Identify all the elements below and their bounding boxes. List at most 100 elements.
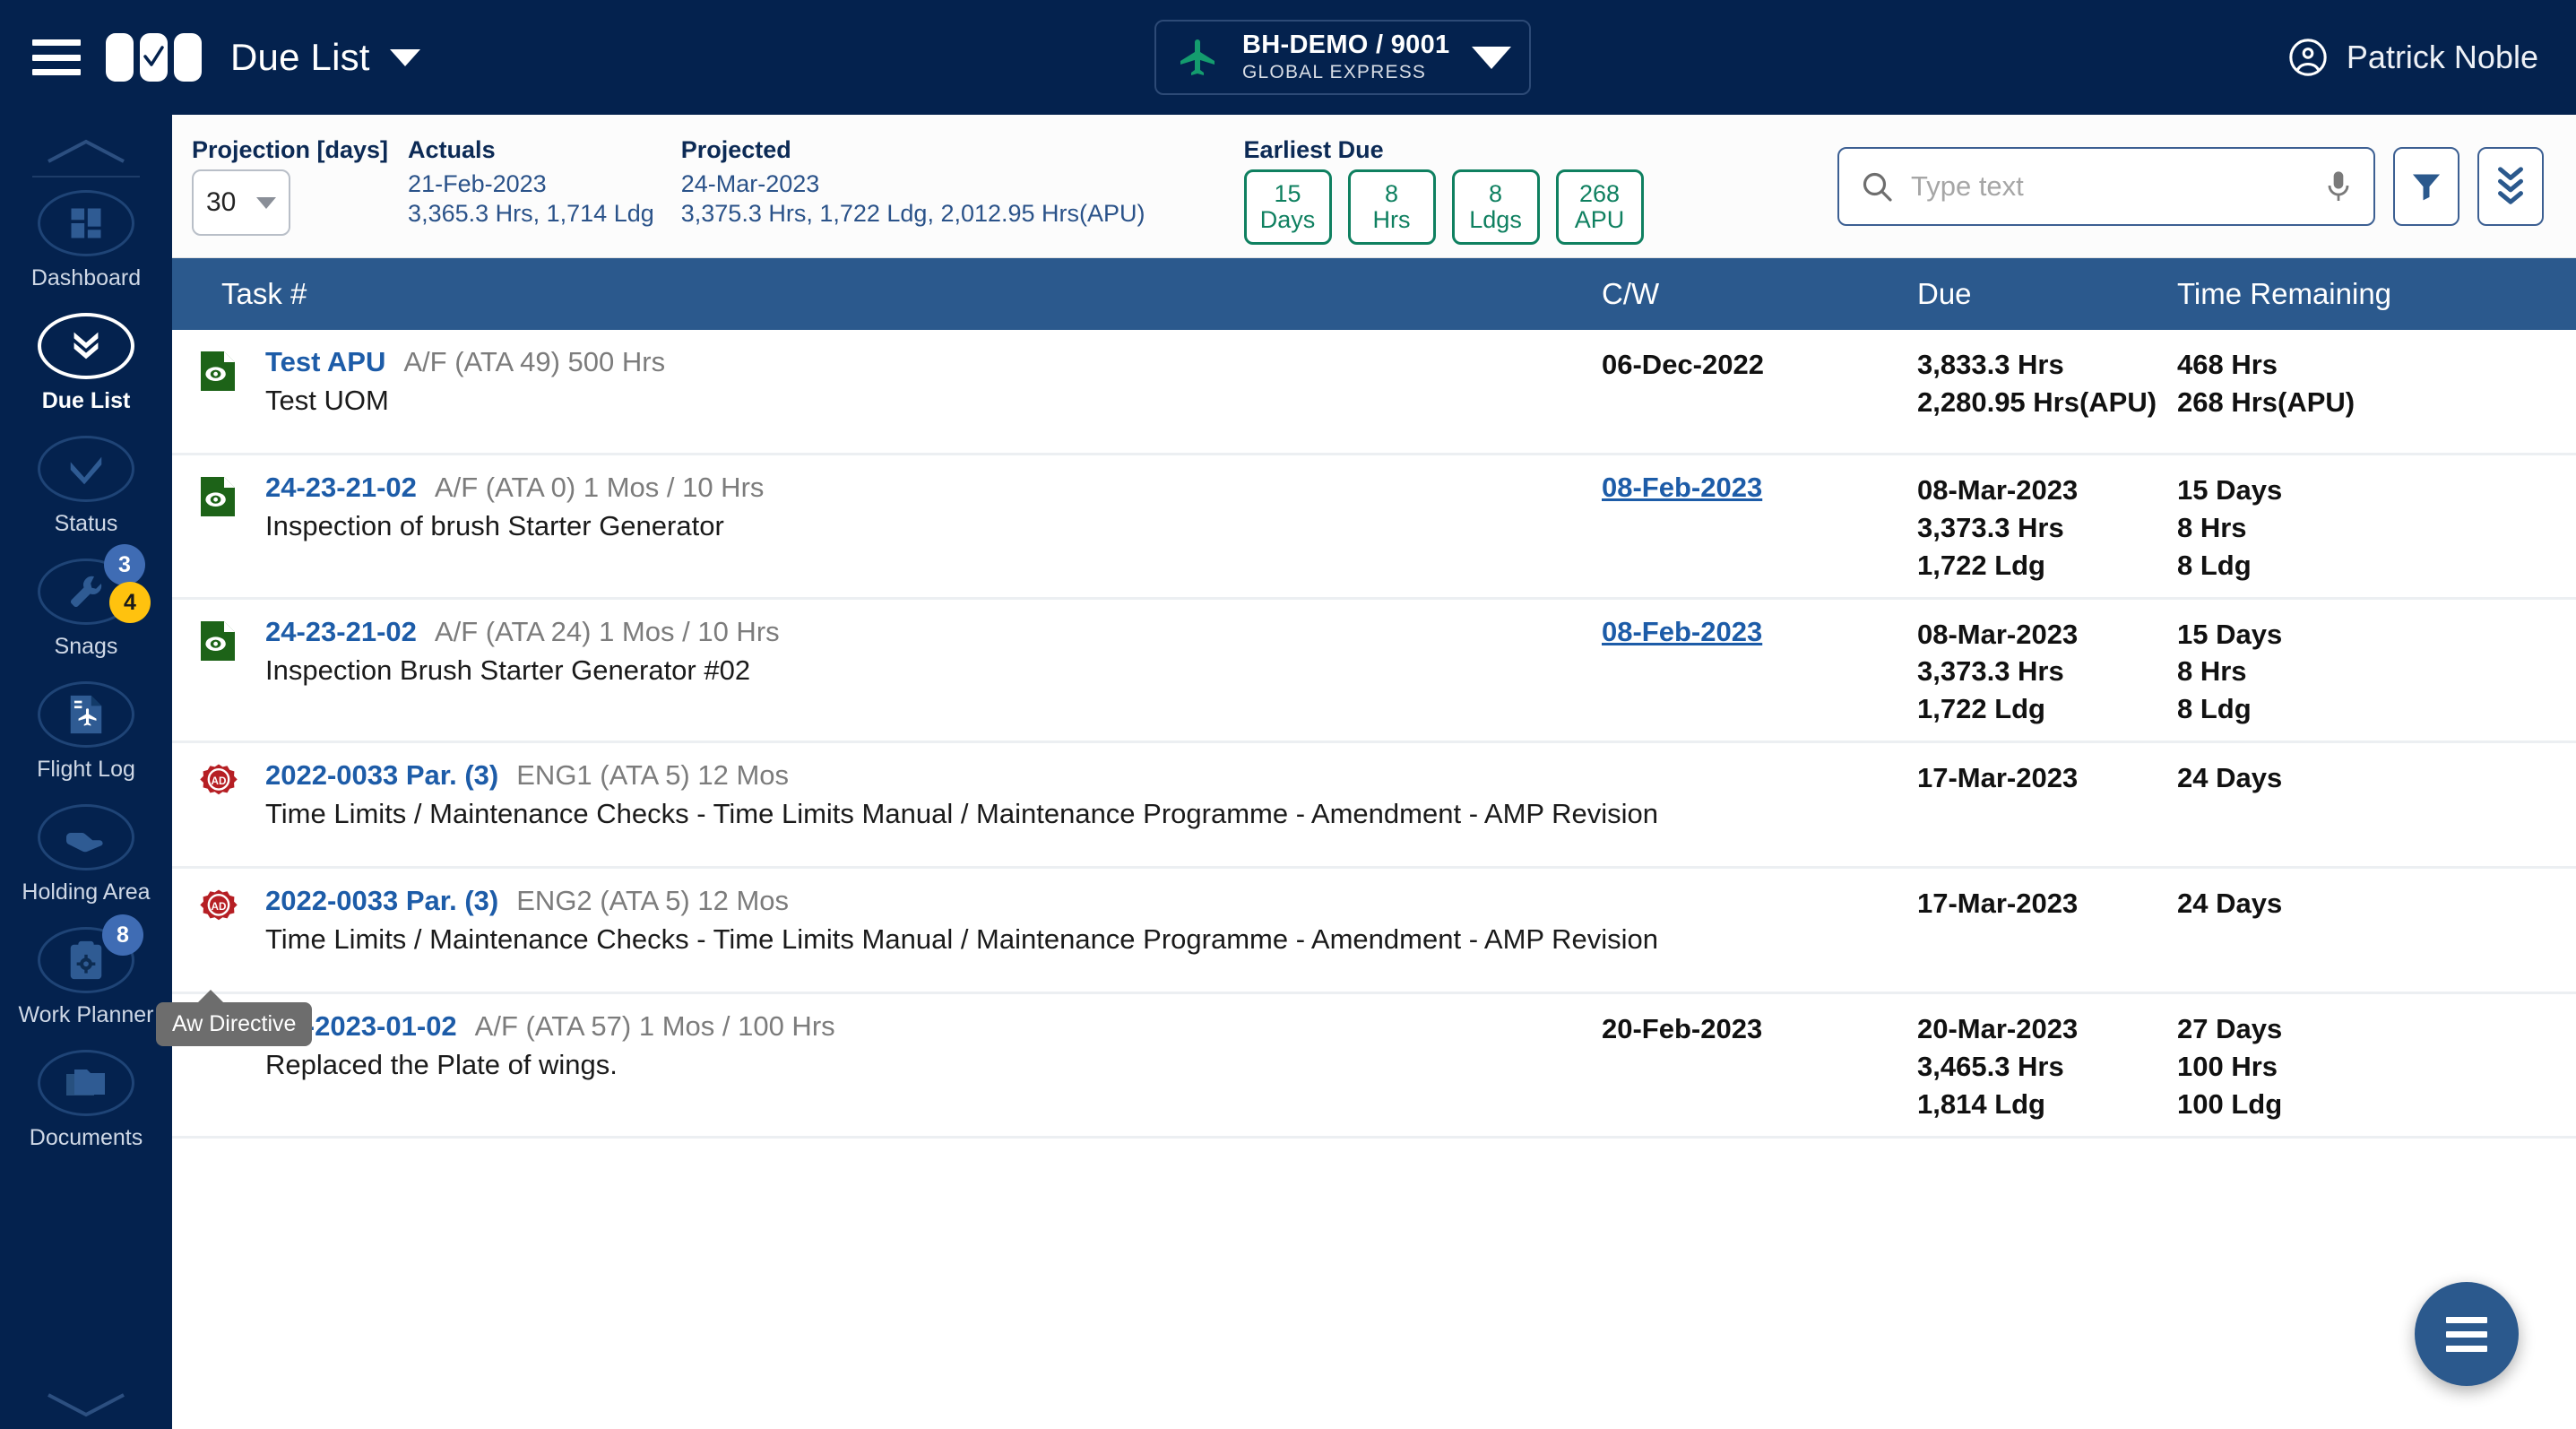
task-title-line: 2022-0033 Par. (3) ENG1 (ATA 5) 12 Mos [265,759,1658,792]
task-text-block: Test APU A/F (ATA 49) 500 Hrs Test UOM [249,346,665,440]
task-number-link[interactable]: 2022-0033 Par. (3) [265,759,498,792]
actuals-values: 3,365.3 Hrs, 1,714 Ldg [408,199,654,227]
green-inspection-doc-icon [201,351,235,391]
aircraft-selector[interactable]: BH-DEMO / 9001 GLOBAL EXPRESS [1154,20,1531,95]
sidebar-item-dashboard[interactable]: Dashboard [0,178,172,300]
time-remaining-cell: 15 Days 8 Hrs 8 Ldg [2177,474,2283,581]
actuals-label: Actuals [408,136,496,163]
sidebar-scroll-up-icon[interactable] [0,122,172,176]
task-number-link[interactable]: 24-23-21-02 [265,616,417,648]
expand-all-button[interactable] [2477,147,2544,226]
green-inspection-doc-icon [201,620,235,661]
filter-button[interactable] [2393,147,2459,226]
user-name: Patrick Noble [2346,39,2538,75]
projection-days-select[interactable]: 30 [192,169,290,236]
task-number-link[interactable]: 24-23-21-02 [265,472,417,504]
hamburger-menu-icon[interactable] [32,39,81,75]
documents-icon-wrap [38,1050,134,1116]
search-input[interactable] [1911,170,2307,203]
table-row[interactable]: 24-23-21-02 A/F (ATA 0) 1 Mos / 10 Hrs Ins… [172,455,2576,600]
user-menu[interactable]: Patrick Noble [2287,0,2538,115]
task-meta: A/F (ATA 49) 500 Hrs [403,346,666,377]
task-type-icon[interactable]: AD [199,759,249,853]
column-header-task[interactable]: Task # [172,277,1602,311]
task-type-icon[interactable] [199,346,249,440]
task-type-icon[interactable] [199,472,249,585]
task-cell: 24-23-21-02 A/F (ATA 0) 1 Mos / 10 Hrs Ins… [172,472,1602,585]
chevron-down-icon [48,1393,125,1417]
column-header-due[interactable]: Due [1917,277,2177,311]
chip-ldgs[interactable]: 8 Ldgs [1451,169,1540,245]
task-meta: ENG2 (ATA 5) 12 Mos [516,885,790,917]
floating-action-button[interactable] [2415,1282,2519,1386]
dashboard-icon-wrap [38,190,134,256]
projected-values: 3,375.3 Hrs, 1,722 Ldg, 2,012.95 Hrs(APU… [680,199,1145,227]
cw-cell: 08-Feb-2023 [1602,616,1917,729]
sidebar-item-flight-log[interactable]: Flight Log [0,669,172,792]
chip-apu-unit: APU [1574,206,1625,233]
projection-label: Projection [days] [192,136,389,163]
page-title: Due List [230,36,370,78]
sidebar-label-snags: Snags [54,634,118,659]
nav-ellipse [38,436,134,502]
due-cell: 08-Mar-2023 3,373.3 Hrs 1,722 Ldg [1917,618,2079,725]
svg-text:AD: AD [212,901,227,913]
task-meta: A/F (ATA 0) 1 Mos / 10 Hrs [434,472,765,503]
task-text-block: 2022-0033 Par. (3) ENG1 (ATA 5) 12 Mos Tim… [249,759,1658,853]
due-list-icon-wrap [38,313,134,379]
table-row[interactable]: AD 2022-0033 Par. (3) ENG1 (ATA 5) 12 Mos T… [172,743,2576,870]
cw-cell: 06-Dec-2022 [1602,346,1917,440]
sidebar-item-work-planner[interactable]: 8 Work Planner [0,914,172,1037]
column-header-time-remaining[interactable]: Time Remaining [2177,277,2446,311]
table-row[interactable]: ADAD-2023-01-02A/F (ATA 57) 1 Mos / 100 … [172,994,2576,1139]
aircraft-chevron-down-icon[interactable] [1472,46,1511,69]
badge-snags-open[interactable]: 3 [104,544,145,585]
aircraft-registration: BH-DEMO / 9001 [1242,30,1450,60]
task-type-icon[interactable] [199,616,249,729]
sidebar-item-snags[interactable]: 3 4 Snags [0,544,172,669]
chip-apu[interactable]: 268 APU [1555,169,1644,245]
task-description: Test UOM [265,385,389,416]
status-icon-wrap [38,436,134,502]
due-cell: 17-Mar-2023 [1917,888,2079,920]
cw-date-link[interactable]: 08-Feb-2023 [1602,616,1762,647]
microphone-icon[interactable] [2323,169,2354,204]
column-header-cw[interactable]: C/W [1602,277,1917,311]
sidebar-item-due-list[interactable]: Due List [0,300,172,423]
table-body: Test APU A/F (ATA 49) 500 Hrs Test UOM 06-D… [172,330,2576,1429]
cw-date-link[interactable]: 08-Feb-2023 [1602,472,1762,503]
sidebar-item-holding-area[interactable]: Holding Area [0,792,172,914]
task-cell: ADAD-2023-01-02A/F (ATA 57) 1 Mos / 100 … [172,1010,1602,1123]
task-cell: AD 2022-0033 Par. (3) ENG1 (ATA 5) 12 Mos T… [172,759,1658,853]
task-number-link[interactable]: 2022-0033 Par. (3) [265,885,498,917]
task-text-block: 2022-0033 Par. (3) ENG2 (ATA 5) 12 Mos Tim… [249,885,1658,979]
nav-ellipse-active [38,313,134,379]
sidebar-item-documents[interactable]: Documents [0,1037,172,1160]
task-cell: Test APU A/F (ATA 49) 500 Hrs Test UOM [172,346,1602,440]
top-bar: Due List BH-DEMO / 9001 GLOBAL EXPRESS P… [0,0,2576,115]
nav-ellipse [38,1050,134,1116]
search-box[interactable] [1837,147,2375,226]
table-row[interactable]: 24-23-21-02 A/F (ATA 24) 1 Mos / 10 Hrs In… [172,600,2576,744]
sidebar-scroll-down-icon[interactable] [0,1375,172,1429]
work-planner-icon-wrap: 8 [38,914,143,993]
red-ad-seal-icon: AD [200,889,238,921]
sidebar-label-dashboard: Dashboard [30,265,142,290]
badge-work-planner[interactable]: 8 [102,914,143,956]
badge-snags-deferred[interactable]: 4 [109,582,151,623]
task-type-icon[interactable]: AD [199,885,249,979]
projection-days-value: 30 [206,187,237,217]
task-number-link[interactable]: Test APU [265,346,385,378]
due-cell: 17-Mar-2023 [1917,762,2079,794]
table-row[interactable]: Test APU A/F (ATA 49) 500 Hrs Test UOM 06-D… [172,330,2576,455]
task-description: Inspection of brush Starter Generator [265,510,724,541]
chip-days[interactable]: 15 Days [1243,169,1332,245]
chip-hrs[interactable]: 8 Hrs [1347,169,1436,245]
nav-ellipse [38,681,134,748]
chip-ldgs-value: 8 [1489,179,1503,207]
table-row[interactable]: AD 2022-0033 Par. (3) ENG2 (ATA 5) 12 Mos T… [172,869,2576,995]
green-inspection-doc-icon [201,477,235,516]
page-title-chevron-down-icon[interactable] [389,48,420,66]
sidebar-item-status[interactable]: Status [0,423,172,546]
task-title-line: 24-23-21-02 A/F (ATA 24) 1 Mos / 10 Hrs [265,616,780,648]
